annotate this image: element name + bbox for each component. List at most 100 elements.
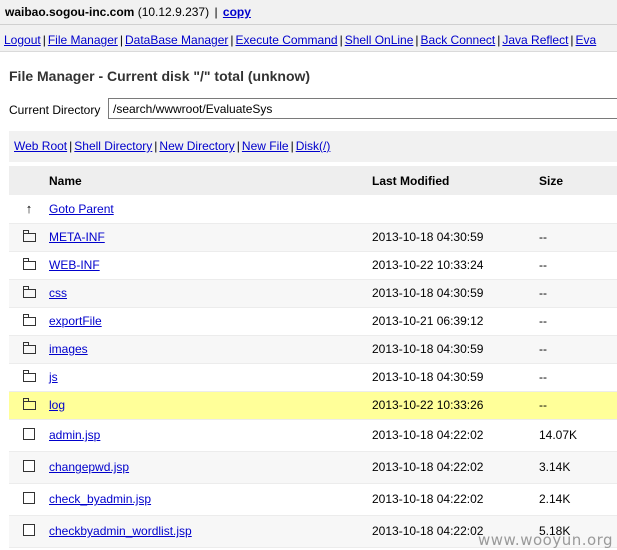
row-name-cell: exportFile <box>49 307 372 336</box>
folder-icon <box>22 398 36 410</box>
nav-link-java-reflect[interactable]: Java Reflect <box>502 33 568 47</box>
link-new-directory[interactable]: New Directory <box>159 139 234 153</box>
link-web-root[interactable]: Web Root <box>14 139 67 153</box>
folder-link[interactable]: exportFile <box>49 314 102 328</box>
row-size: -- <box>539 251 617 280</box>
folder-icon <box>22 370 36 382</box>
folder-link[interactable]: images <box>49 342 88 356</box>
header-size: Size <box>539 173 564 188</box>
file-link[interactable]: check_byadmin.jsp <box>49 492 151 506</box>
row-name-cell: css <box>49 279 372 308</box>
row-size: -- <box>539 363 617 392</box>
nav-separator: | <box>415 33 419 47</box>
row-icon-cell <box>9 391 49 420</box>
table-row: exportFile 2013-10-21 06:39:12 -- <box>9 307 617 336</box>
row-size: 2.14K <box>539 483 617 516</box>
table-row: WEB-INF 2013-10-22 10:33:24 -- <box>9 251 617 280</box>
table-row: check_byadmin.jsp 2013-10-18 04:22:02 2.14… <box>9 483 617 516</box>
row-icon-cell <box>9 251 49 280</box>
table-row: css 2013-10-18 04:30:59 -- <box>9 279 617 308</box>
row-size: -- <box>539 307 617 336</box>
nav-separator: | <box>339 33 343 47</box>
file-link[interactable]: changepwd.jsp <box>49 460 129 474</box>
nav-link-eva[interactable]: Eva <box>576 33 597 47</box>
nav-separator: | <box>230 33 234 47</box>
row-name-cell: check_byadmin.jsp <box>49 483 372 516</box>
folder-link[interactable]: css <box>49 286 67 300</box>
current-directory-input[interactable] <box>108 98 617 119</box>
row-name-cell: images <box>49 335 372 364</box>
host-ip: (10.12.9.237) <box>137 5 210 19</box>
row-name-cell: log <box>49 391 372 420</box>
row-last-modified: 2013-10-22 10:33:26 <box>372 391 539 420</box>
row-last-modified: 2013-10-18 04:30:59 <box>372 223 539 252</box>
row-icon-cell <box>9 451 49 484</box>
links-separator: | <box>290 139 294 153</box>
row-icon-cell <box>9 307 49 336</box>
row-last-modified: 2013-10-18 04:22:02 <box>372 483 539 516</box>
folder-icon <box>22 258 36 270</box>
file-table-header: Name Last Modified Size <box>9 166 617 195</box>
goto-parent-link[interactable]: Goto Parent <box>49 202 114 216</box>
folder-link[interactable]: js <box>49 370 58 384</box>
row-last-modified <box>372 195 539 224</box>
table-row: changepwd.jsp 2013-10-18 04:22:02 3.14K <box>9 451 617 484</box>
folder-icon <box>22 342 36 354</box>
top-header-bar: waibao.sogou-inc.com (10.12.9.237) | cop… <box>0 0 617 25</box>
header-name: Name <box>49 173 82 188</box>
header-separator: | <box>214 5 218 19</box>
copy-link[interactable]: copy <box>223 5 251 19</box>
row-icon-cell <box>9 483 49 516</box>
link-shell-directory[interactable]: Shell Directory <box>74 139 152 153</box>
table-row: admin.jsp 2013-10-18 04:22:02 14.07K <box>9 419 617 452</box>
row-last-modified: 2013-10-22 10:33:24 <box>372 251 539 280</box>
table-row: META-INF 2013-10-18 04:30:59 -- <box>9 223 617 252</box>
links-separator: | <box>154 139 158 153</box>
row-last-modified: 2013-10-18 04:22:02 <box>372 451 539 484</box>
page-title: File Manager - Current disk "/" total (u… <box>9 68 311 84</box>
up-arrow-icon: ↑ <box>25 201 33 217</box>
row-size: 3.14K <box>539 451 617 484</box>
row-name-cell: js <box>49 363 372 392</box>
link-new-file[interactable]: New File <box>242 139 289 153</box>
nav-link-logout[interactable]: Logout <box>4 33 41 47</box>
file-icon <box>23 491 35 504</box>
links-separator: | <box>69 139 73 153</box>
link-disk[interactable]: Disk(/) <box>296 139 331 153</box>
row-size: 14.07K <box>539 419 617 452</box>
folder-link[interactable]: WEB-INF <box>49 258 100 272</box>
file-icon <box>23 459 35 472</box>
nav-link-file-manager[interactable]: File Manager <box>48 33 118 47</box>
row-name-cell: META-INF <box>49 223 372 252</box>
row-icon-cell: ↑ <box>9 195 49 224</box>
current-directory-label: Current Directory <box>9 103 101 117</box>
row-icon-cell <box>9 279 49 308</box>
folder-icon <box>22 286 36 298</box>
row-name-cell: admin.jsp <box>49 419 372 452</box>
nav-link-execute-command[interactable]: Execute Command <box>236 33 338 47</box>
nav-link-database-manager[interactable]: DataBase Manager <box>125 33 228 47</box>
folder-link[interactable]: META-INF <box>49 230 105 244</box>
nav-link-shell-online[interactable]: Shell OnLine <box>345 33 414 47</box>
row-last-modified: 2013-10-18 04:30:59 <box>372 363 539 392</box>
nav-link-back-connect[interactable]: Back Connect <box>421 33 496 47</box>
row-icon-cell <box>9 515 49 548</box>
row-size <box>539 195 617 224</box>
folder-icon <box>22 314 36 326</box>
row-last-modified: 2013-10-21 06:39:12 <box>372 307 539 336</box>
table-row: js 2013-10-18 04:30:59 -- <box>9 363 617 392</box>
file-link[interactable]: checkbyadmin_wordlist.jsp <box>49 524 192 538</box>
row-icon-cell <box>9 363 49 392</box>
row-name-cell: checkbyadmin_wordlist.jsp <box>49 515 372 548</box>
nav-separator: | <box>42 33 46 47</box>
row-size: -- <box>539 391 617 420</box>
file-icon <box>23 523 35 536</box>
folder-link[interactable]: log <box>49 398 65 412</box>
file-link[interactable]: admin.jsp <box>49 428 100 442</box>
row-last-modified: 2013-10-18 04:30:59 <box>372 279 539 308</box>
header-last-modified: Last Modified <box>372 173 450 188</box>
nav-separator: | <box>570 33 574 47</box>
row-icon-cell <box>9 223 49 252</box>
file-icon <box>23 427 35 440</box>
table-row: log 2013-10-22 10:33:26 -- <box>9 391 617 420</box>
